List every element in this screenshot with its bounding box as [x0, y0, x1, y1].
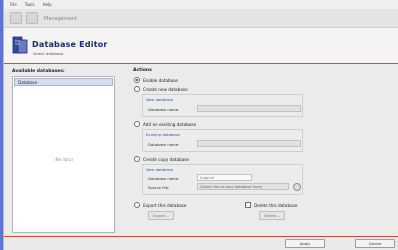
copy-name-label: Database name:: [148, 176, 180, 181]
menu-bar: File Tools Help: [4, 0, 398, 9]
option-copy-label: Create copy database: [143, 156, 189, 162]
radio-existing[interactable]: [134, 121, 140, 127]
checkbox-delete[interactable]: [245, 202, 251, 208]
radio-copy[interactable]: [134, 156, 140, 162]
header-divider: [4, 63, 398, 64]
home-icon[interactable]: [26, 12, 38, 24]
toolbar-title: Management: [44, 16, 77, 22]
copy-path-value: (Select file to copy database from): [200, 184, 263, 189]
option-create-label: Create new database: [143, 86, 188, 92]
copy-path-label: Source file:: [148, 185, 170, 190]
copy-path-input[interactable]: (Select file to copy database from): [197, 183, 289, 190]
apply-button[interactable]: Apply: [285, 239, 325, 248]
database-list-label: Available databases:: [12, 69, 65, 74]
existing-name-input[interactable]: [197, 140, 301, 147]
copy-box: New database Database name: Copy of Sour…: [142, 164, 303, 195]
option-existing[interactable]: Add an existing database: [134, 121, 196, 127]
application-window: File Tools Help Management Database Edit…: [3, 0, 398, 250]
option-existing-label: Add an existing database: [143, 121, 197, 127]
delete-button[interactable]: Delete...: [259, 211, 285, 220]
radio-create[interactable]: [134, 86, 140, 92]
menu-file[interactable]: File: [10, 2, 17, 7]
footer: Apply Cancel: [4, 237, 398, 250]
create-name-label: Database name:: [148, 107, 180, 112]
option-delete-label: Delete this database: [254, 202, 298, 208]
back-icon[interactable]: [10, 12, 22, 24]
actions-label: Actions: [133, 68, 152, 73]
list-empty-text: (No data): [54, 157, 73, 162]
database-icon: [12, 36, 28, 54]
existing-name-label: Database name:: [148, 142, 180, 147]
create-box: New database Database name:: [142, 94, 303, 117]
option-enable[interactable]: Enable database: [134, 77, 178, 83]
database-list[interactable]: Database (No data): [12, 76, 115, 233]
option-export-label: Export this database: [143, 202, 187, 208]
radio-export[interactable]: [134, 202, 140, 208]
actions-panel: Actions Enable database Create new datab…: [131, 68, 393, 233]
menu-tools[interactable]: Tools: [25, 2, 35, 7]
option-copy[interactable]: Create copy database: [134, 156, 189, 162]
existing-box: Existing database Database name:: [142, 129, 303, 152]
menu-help[interactable]: Help: [43, 2, 52, 7]
cancel-button[interactable]: Cancel: [355, 239, 395, 248]
toolbar: Management: [4, 9, 398, 28]
list-item-label: Database: [18, 80, 38, 85]
page-subtitle: Select database: [33, 51, 64, 56]
option-enable-label: Enable database: [143, 77, 179, 83]
option-delete[interactable]: Delete this database: [245, 202, 297, 208]
create-box-title: New database: [146, 97, 174, 102]
copy-name-value: Copy of: [200, 175, 214, 180]
option-export[interactable]: Export this database: [134, 202, 186, 208]
browse-icon[interactable]: [293, 183, 301, 191]
page-title: Database Editor: [32, 40, 108, 49]
existing-box-title: Existing database: [146, 132, 180, 137]
page-header: Database Editor Select database: [4, 28, 398, 64]
option-create[interactable]: Create new database: [134, 86, 188, 92]
create-name-input[interactable]: [197, 105, 301, 112]
radio-enable[interactable]: [134, 77, 140, 83]
export-button[interactable]: Export...: [148, 211, 174, 220]
copy-name-input[interactable]: Copy of: [197, 174, 252, 181]
copy-box-title: New database: [146, 167, 174, 172]
list-item[interactable]: Database: [14, 78, 113, 86]
